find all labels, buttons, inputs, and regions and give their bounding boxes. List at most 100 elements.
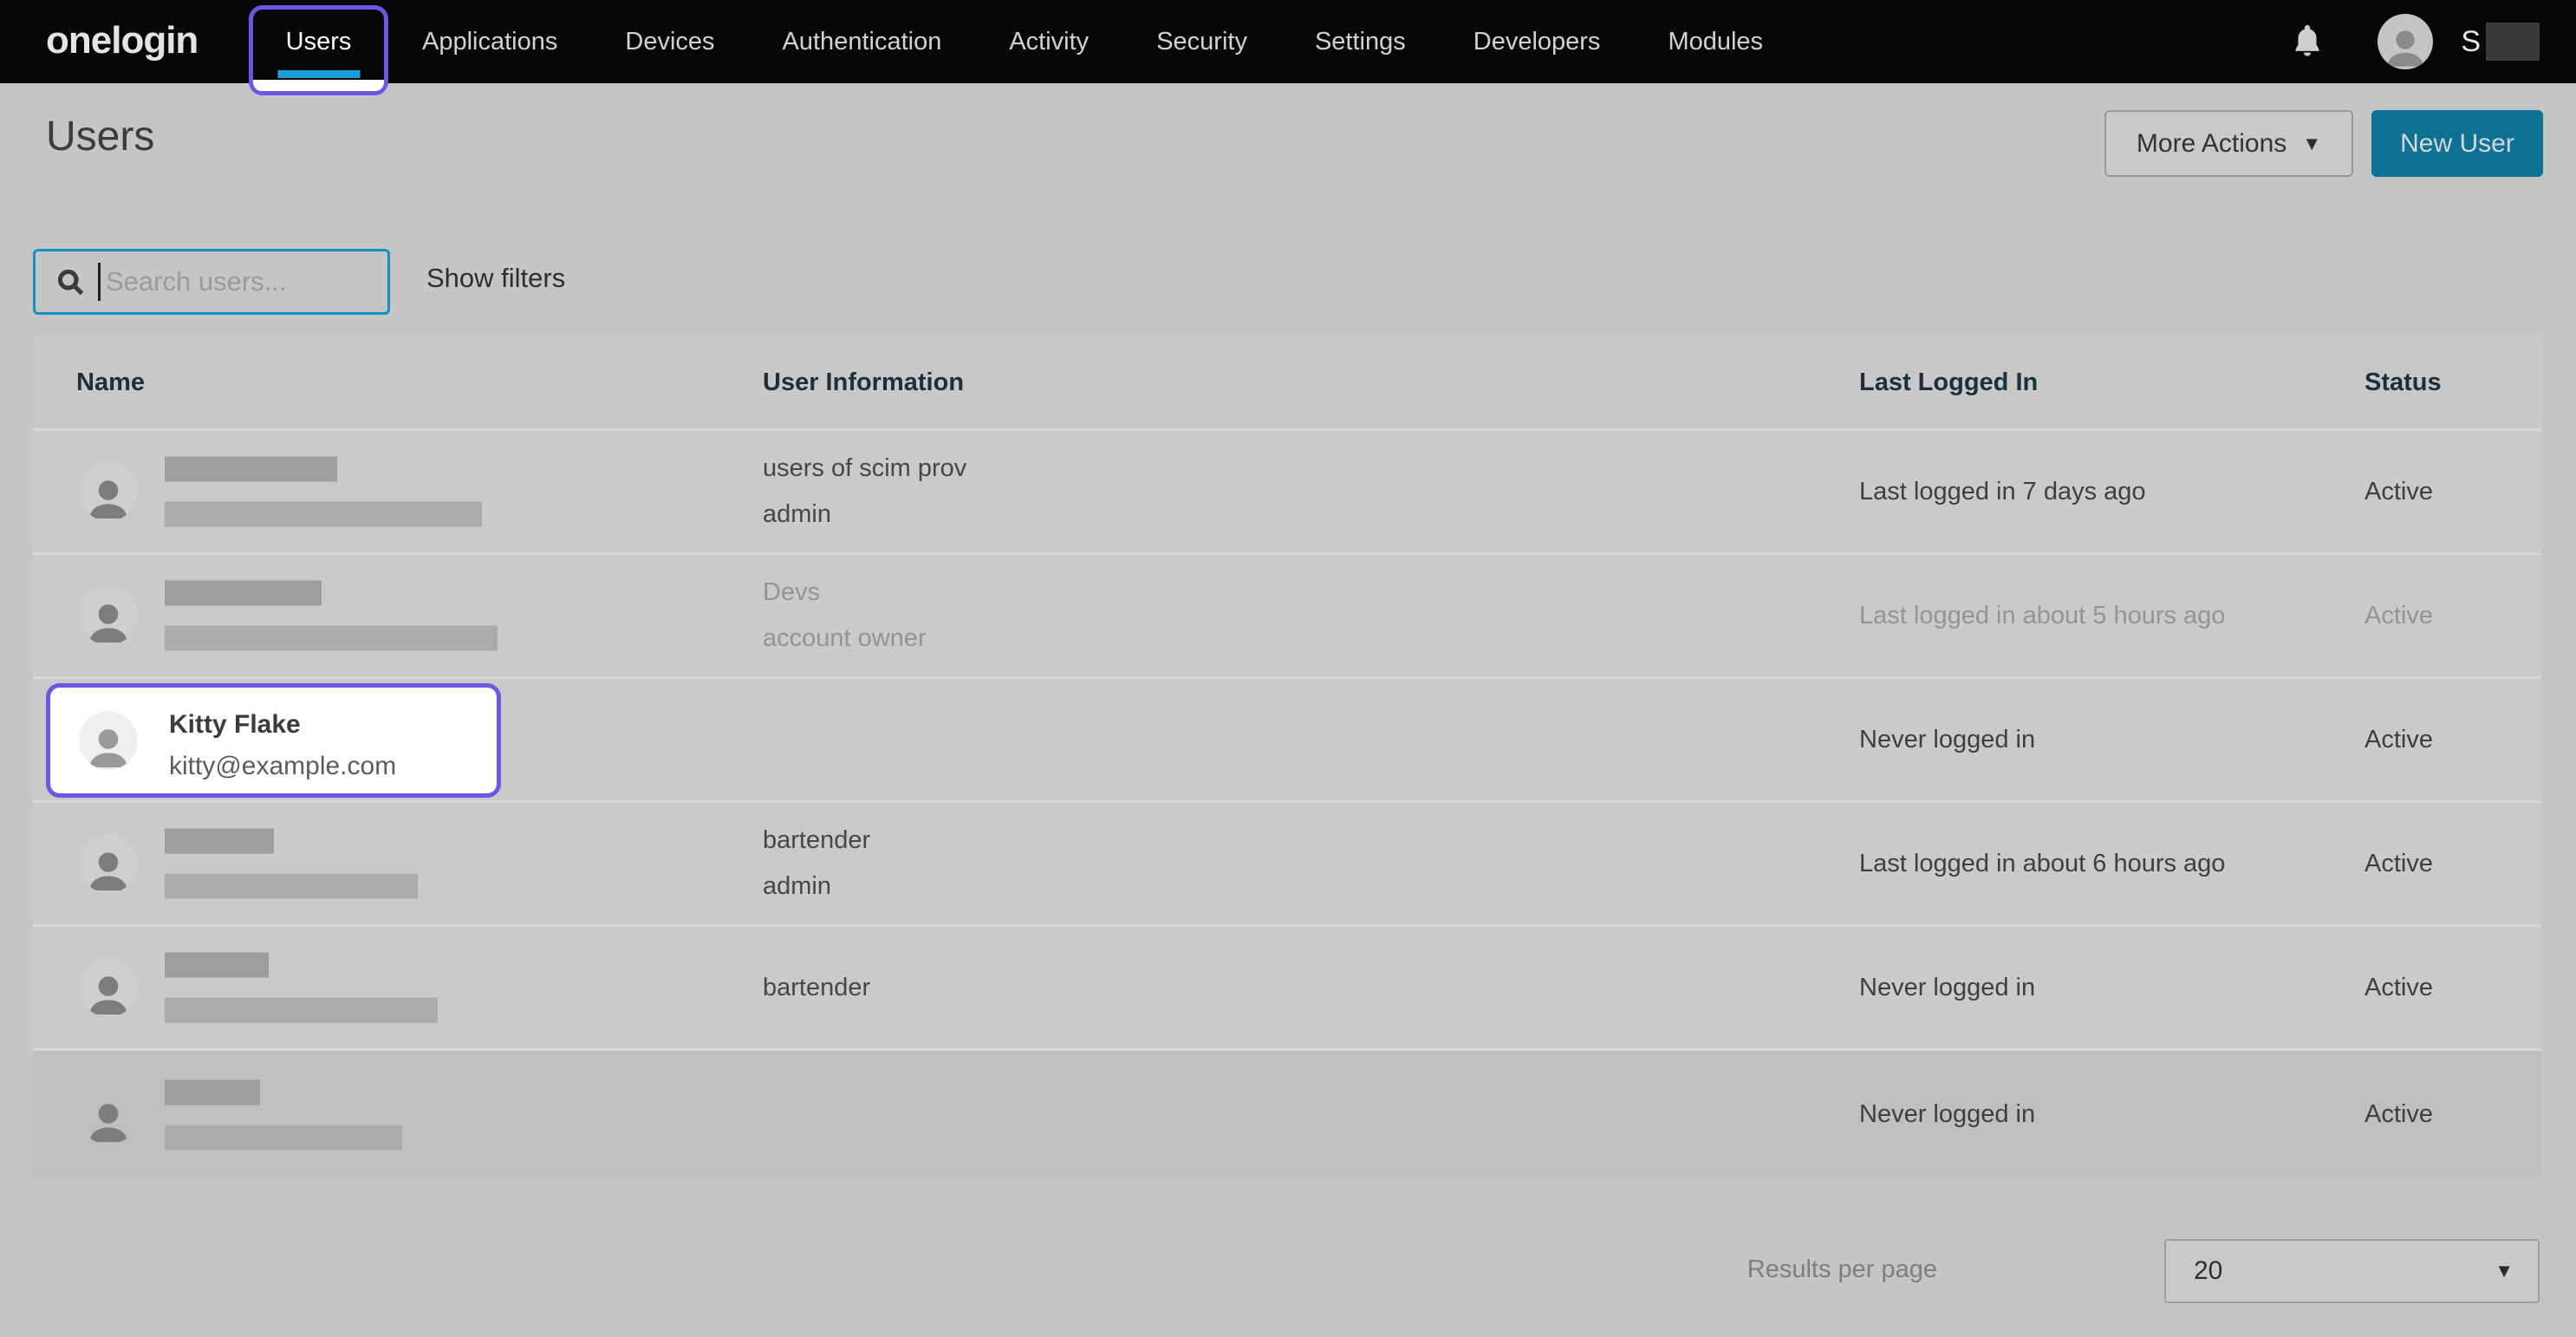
status-value: Active — [2365, 726, 2433, 754]
nav-item-label: Security — [1156, 28, 1247, 56]
last-logged-in-value: Last logged in 7 days ago — [1859, 478, 2146, 506]
user-info-line: bartender — [763, 826, 870, 855]
account-name-initial: S — [2461, 25, 2481, 59]
table-row[interactable]: users of scim prov admin Last logged in … — [33, 431, 2541, 555]
table-row[interactable]: bartender admin Last logged in about 6 h… — [33, 803, 2541, 927]
last-logged-in-value: Never logged in — [1859, 1100, 2035, 1129]
nav-item-settings[interactable]: Settings — [1281, 0, 1440, 83]
spotlight-white-strip — [253, 80, 384, 91]
account-avatar[interactable] — [2378, 14, 2433, 69]
last-logged-in-value: Last logged in about 5 hours ago — [1859, 602, 2225, 630]
redaction-bar — [165, 874, 418, 899]
nav-item-label: Settings — [1315, 28, 1406, 56]
table-row-highlighted[interactable]: Kitty Flake kitty@example.com Never logg… — [33, 679, 2541, 803]
user-name: Kitty Flake — [169, 710, 301, 740]
nav-item-activity[interactable]: Activity — [975, 0, 1122, 83]
redaction-bar — [165, 953, 269, 978]
users-admin-page: onelogin Users Applications Devices Auth… — [0, 0, 2576, 1337]
status-value: Active — [2365, 850, 2433, 878]
top-navigation-bar: onelogin Users Applications Devices Auth… — [0, 0, 2576, 83]
nav-item-label: Modules — [1668, 28, 1763, 56]
status-value: Active — [2365, 974, 2433, 1002]
nav-item-applications[interactable]: Applications — [388, 0, 591, 83]
column-header-name[interactable]: Name — [76, 335, 145, 431]
account-menu[interactable]: S — [2461, 23, 2540, 61]
new-user-button[interactable]: New User — [2371, 110, 2543, 177]
nav-item-label: Developers — [1473, 28, 1601, 56]
show-filters-link[interactable]: Show filters — [426, 263, 565, 294]
nav-item-label: Activity — [1009, 28, 1089, 56]
nav-item-label: Devices — [625, 28, 714, 56]
redaction-bar — [165, 457, 337, 482]
status-value: Active — [2365, 1100, 2433, 1129]
user-avatar — [79, 711, 138, 770]
status-value: Active — [2365, 602, 2433, 630]
redaction-bar — [165, 1079, 260, 1105]
table-row[interactable]: Devs account owner Last logged in about … — [33, 555, 2541, 679]
nav-item-label: Users — [286, 28, 352, 56]
user-info-line: users of scim prov — [763, 454, 966, 483]
redaction-bar — [165, 581, 322, 606]
page-size-select[interactable]: 20 ▼ — [2164, 1239, 2540, 1303]
user-avatar — [79, 958, 138, 1017]
column-header-status[interactable]: Status — [2365, 335, 2442, 431]
last-logged-in-value: Never logged in — [1859, 726, 2035, 754]
table-row[interactable]: Never logged in Active — [33, 1051, 2541, 1178]
select-caret-icon: ▼ — [2495, 1260, 2514, 1282]
redaction-bar — [165, 829, 274, 854]
nav-item-security[interactable]: Security — [1122, 0, 1281, 83]
redaction-bar — [165, 502, 482, 527]
onelogin-logo: onelogin — [46, 19, 198, 62]
redacted-name-bars — [165, 1079, 402, 1150]
nav-item-authentication[interactable]: Authentication — [749, 0, 976, 83]
user-info-line: Devs — [763, 578, 927, 607]
redacted-name-bars — [165, 829, 418, 899]
more-actions-label: More Actions — [2137, 129, 2287, 159]
active-tab-indicator — [277, 70, 360, 78]
kitty-flake-spotlight-card[interactable]: Kitty Flake kitty@example.com — [46, 683, 501, 798]
nav-item-label: Applications — [422, 28, 557, 56]
search-users-input[interactable]: Search users... — [33, 249, 390, 315]
notifications-bell-icon[interactable] — [2287, 19, 2327, 64]
redacted-name-bars — [165, 581, 498, 651]
results-per-page-label: Results per page — [1747, 1255, 1937, 1284]
column-header-last-logged-in[interactable]: Last Logged In — [1859, 335, 2038, 431]
user-info-line: account owner — [763, 624, 927, 653]
text-cursor — [98, 263, 101, 301]
more-actions-button[interactable]: More Actions ▼ — [2104, 110, 2353, 177]
last-logged-in-value: Never logged in — [1859, 974, 2035, 1002]
table-header-row: Name User Information Last Logged In Sta… — [33, 335, 2541, 431]
nav-right-cluster: S — [2287, 0, 2540, 83]
status-value: Active — [2365, 478, 2433, 506]
redacted-name-bars — [165, 457, 482, 527]
account-name-redaction — [2486, 23, 2540, 61]
user-avatar — [79, 586, 138, 645]
redacted-name-bars — [165, 953, 438, 1023]
user-info-line: admin — [763, 500, 966, 529]
column-header-user-information[interactable]: User Information — [763, 335, 964, 431]
nav-item-developers[interactable]: Developers — [1440, 0, 1635, 83]
redaction-bar — [165, 1125, 402, 1150]
last-logged-in-value: Last logged in about 6 hours ago — [1859, 850, 2225, 878]
nav-item-devices[interactable]: Devices — [591, 0, 748, 83]
dropdown-caret-icon: ▼ — [2302, 133, 2321, 155]
redaction-bar — [165, 626, 498, 651]
user-info-line: bartender — [763, 974, 870, 1002]
user-avatar — [79, 462, 138, 521]
user-email: kitty@example.com — [169, 752, 396, 781]
new-user-label: New User — [2400, 129, 2514, 159]
page-title: Users — [46, 113, 154, 160]
search-icon — [55, 266, 86, 297]
users-table: Name User Information Last Logged In Sta… — [33, 335, 2541, 1178]
nav-item-users[interactable]: Users — [249, 0, 388, 83]
nav-item-modules[interactable]: Modules — [1634, 0, 1797, 83]
page-size-value: 20 — [2194, 1256, 2222, 1286]
table-row[interactable]: bartender Never logged in Active — [33, 927, 2541, 1051]
primary-nav: Users Applications Devices Authenticatio… — [249, 0, 1797, 83]
user-avatar — [79, 1086, 138, 1145]
redaction-bar — [165, 998, 438, 1023]
nav-item-label: Authentication — [783, 28, 942, 56]
search-placeholder-text: Search users... — [106, 266, 286, 297]
user-avatar — [79, 834, 138, 893]
user-info-line: admin — [763, 872, 870, 901]
